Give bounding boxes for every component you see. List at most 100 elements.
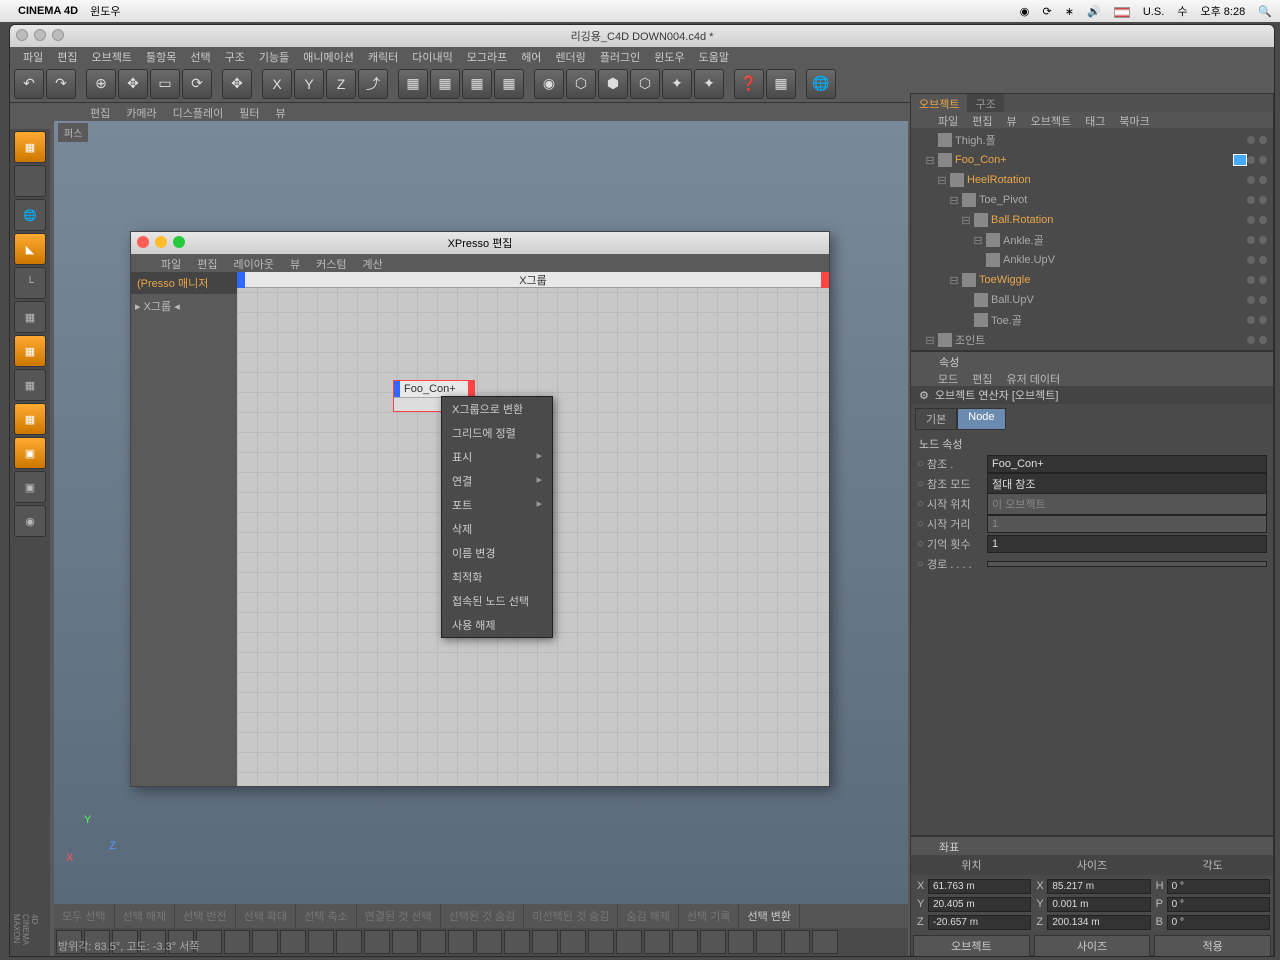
menu-item[interactable]: 편집 (50, 47, 84, 65)
menu-item[interactable]: 다이내믹 (405, 47, 459, 65)
xpresso-menu-item[interactable]: 파일 (153, 254, 189, 272)
coord-input[interactable]: -20.657 m (928, 915, 1031, 930)
attr-menu-item[interactable]: 유저 데이터 (1000, 370, 1068, 386)
toolbar-button[interactable]: ⊕ (86, 69, 116, 99)
bottom-tool-button[interactable] (280, 930, 306, 954)
bottom-tool-button[interactable] (616, 930, 642, 954)
obj-menu-item[interactable]: 북마크 (1112, 112, 1156, 128)
toolbar-button[interactable]: ▦ (766, 69, 796, 99)
mode-button[interactable]: ▣ (14, 471, 46, 503)
menu-window[interactable]: 윈도우 (90, 3, 120, 19)
tree-row[interactable]: Ankle.UpV (913, 250, 1271, 270)
bottom-tool-button[interactable] (504, 930, 530, 954)
tab-structure[interactable]: 구조 (967, 94, 1003, 112)
coord-input[interactable]: 200.134 m (1047, 915, 1150, 930)
toolbar-button[interactable]: ▦ (494, 69, 524, 99)
mode-button[interactable]: ▣ (14, 437, 46, 469)
toolbar-button[interactable]: ⬡ (630, 69, 660, 99)
toolbar-button[interactable]: ▦ (430, 69, 460, 99)
mode-button[interactable]: └ (14, 267, 46, 299)
viewport-menu-item[interactable]: 뷰 (267, 103, 293, 121)
toolbar-button[interactable]: ◉ (534, 69, 564, 99)
bottom-tool-button[interactable] (196, 930, 222, 954)
viewport[interactable]: 편집카메라디스플레이필터뷰 퍼스 YXZ XPresso 편집 파일편집레이아웃… (54, 103, 908, 904)
toolbar-button[interactable]: ▭ (150, 69, 180, 99)
toolbar-button[interactable]: ⬡ (566, 69, 596, 99)
obj-menu-item[interactable]: 파일 (931, 112, 965, 128)
toolbar-button[interactable]: ↶ (14, 69, 44, 99)
attr-value[interactable]: Foo_Con+ (987, 455, 1267, 473)
toolbar-button[interactable]: ▦ (398, 69, 428, 99)
selection-filter[interactable]: 선택 해제 (115, 904, 176, 928)
selection-filter[interactable]: 선택된 것 숨김 (441, 904, 525, 928)
xpresso-side-tab[interactable]: (Presso 매니저 (131, 272, 237, 294)
menu-item[interactable]: 헤어 (514, 47, 548, 65)
bottom-tool-button[interactable] (448, 930, 474, 954)
bottom-tool-button[interactable] (644, 930, 670, 954)
bottom-tool-button[interactable] (392, 930, 418, 954)
tab-objects[interactable]: 오브젝트 (911, 94, 967, 112)
menu-item[interactable]: 파일 (16, 47, 50, 65)
coord-input[interactable]: 0 ° (1167, 879, 1270, 894)
context-menu-item[interactable]: X그룹으로 변환 (442, 397, 552, 421)
mode-button[interactable]: ▦ (14, 131, 46, 163)
menu-item[interactable]: 도움말 (692, 47, 736, 65)
bottom-tool-button[interactable] (560, 930, 586, 954)
toolbar-button[interactable]: ⟳ (182, 69, 212, 99)
bottom-tool-button[interactable] (672, 930, 698, 954)
selection-filter[interactable]: 모두 선택 (54, 904, 115, 928)
spotlight-icon[interactable]: 🔍 (1258, 6, 1272, 18)
coord-apply-button[interactable]: 적용 (1154, 935, 1271, 957)
selection-filter[interactable]: 선택 반전 (175, 904, 236, 928)
menu-item[interactable]: 플러그인 (593, 47, 647, 65)
coord-input[interactable]: 0.001 m (1047, 897, 1150, 912)
context-menu-item[interactable]: 사용 해제 (442, 613, 552, 637)
coord-input[interactable]: 20.405 m (928, 897, 1031, 912)
xpresso-menu-item[interactable]: 커스텀 (308, 254, 354, 272)
context-menu-item[interactable]: 포트 (442, 493, 552, 517)
viewport-menu-item[interactable]: 카메라 (118, 103, 164, 121)
attr-menu-item[interactable]: 모드 (931, 370, 965, 386)
sync-icon[interactable]: ⟳ (1042, 6, 1051, 18)
attr-menu-item[interactable]: 편집 (965, 370, 999, 386)
mode-button[interactable]: ▦ (14, 403, 46, 435)
bottom-tool-button[interactable] (308, 930, 334, 954)
toolbar-button[interactable]: Z (326, 69, 356, 99)
xpresso-menu-item[interactable]: 뷰 (282, 254, 308, 272)
tree-row[interactable]: ⊟Foo_Con+ (913, 150, 1271, 170)
tree-row[interactable]: Thigh.폴 (913, 130, 1271, 150)
window-titlebar[interactable]: 리깅용_C4D DOWN004.c4d * (10, 25, 1274, 47)
bottom-tool-button[interactable] (700, 930, 726, 954)
mode-button[interactable]: ◉ (14, 505, 46, 537)
bottom-tool-button[interactable] (224, 930, 250, 954)
input-flag-icon[interactable] (1114, 7, 1130, 18)
toolbar-button[interactable]: ❓ (734, 69, 764, 99)
traffic-lights[interactable] (16, 29, 64, 41)
attr-tab-node[interactable]: Node (957, 408, 1005, 430)
bottom-tool-button[interactable] (252, 930, 278, 954)
context-menu-item[interactable]: 최적화 (442, 565, 552, 589)
xpresso-tree-item[interactable]: ▸ X그룹 ◂ (135, 298, 233, 314)
xpresso-canvas[interactable]: X그룹 Foo_Con+ X그룹으로 변환그리드에 정렬표시연결포트삭제이름 변… (237, 272, 829, 786)
toolbar-button[interactable]: ✦ (694, 69, 724, 99)
eye-icon[interactable]: ◉ (1020, 6, 1030, 18)
toolbar-button[interactable]: ⤴ (358, 69, 388, 99)
context-menu-item[interactable]: 연결 (442, 469, 552, 493)
selection-filter[interactable]: 선택 축소 (296, 904, 357, 928)
attr-value[interactable]: 1 (987, 535, 1267, 553)
bottom-tool-button[interactable] (756, 930, 782, 954)
bottom-tool-button[interactable] (420, 930, 446, 954)
tree-row[interactable]: ⊟조인트 (913, 330, 1271, 350)
attr-tab-basic[interactable]: 기본 (915, 408, 957, 430)
tree-row[interactable]: Toe.골 (913, 310, 1271, 330)
viewport-menu-item[interactable]: 편집 (82, 103, 118, 121)
selection-filter[interactable]: 선택 확대 (236, 904, 297, 928)
bottom-tool-button[interactable] (532, 930, 558, 954)
toolbar-button[interactable]: Y (294, 69, 324, 99)
coord-mode-size[interactable]: 사이즈 (1034, 935, 1151, 957)
xpresso-window[interactable]: XPresso 편집 파일편집레이아웃뷰커스텀계산 (Presso 매니저 ▸ … (130, 231, 830, 787)
bottom-tool-button[interactable] (728, 930, 754, 954)
tree-row[interactable]: ⊟Ankle.골 (913, 230, 1271, 250)
tree-row[interactable]: ⊟Ball.Rotation (913, 210, 1271, 230)
bottom-tool-button[interactable] (336, 930, 362, 954)
